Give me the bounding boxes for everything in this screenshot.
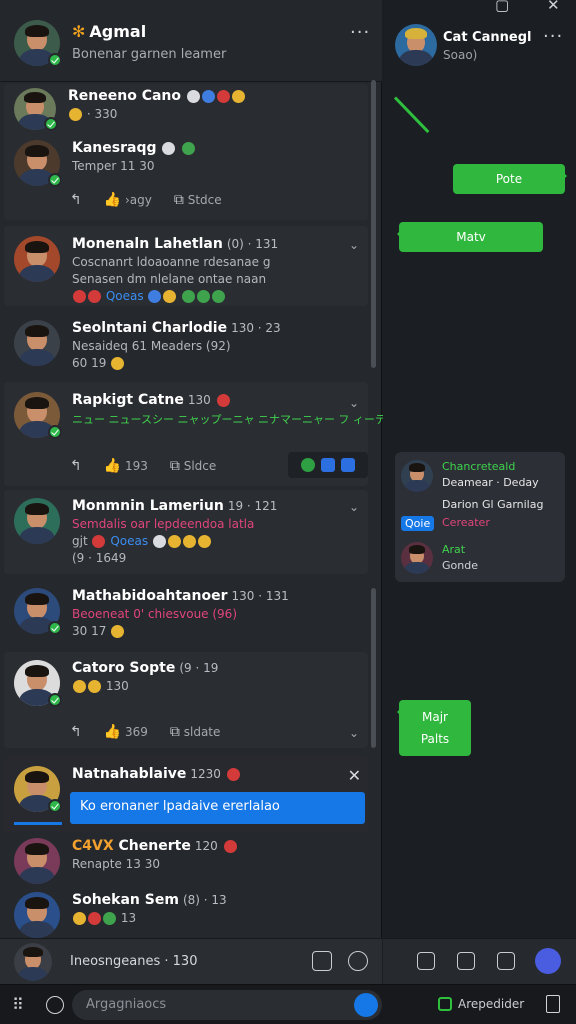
chevron-down-icon[interactable]: ⌄	[349, 726, 359, 740]
image-icon[interactable]	[321, 458, 335, 472]
status-text: Arepedider	[458, 997, 525, 1011]
user-avatar[interactable]	[14, 236, 60, 282]
app-title: ✻ Agmal	[72, 22, 147, 41]
reply-icon[interactable]: ↰	[70, 724, 82, 740]
feed-item[interactable]: C4VX Chenerte 120 Renapte 13 30	[14, 838, 238, 884]
feed-item[interactable]: Rapkigt Catne 130 ニュー ニュースシー ニャップーニャ ニナマー…	[14, 392, 425, 439]
message-bubble[interactable]: Majr Palts	[397, 700, 471, 756]
user-avatar[interactable]	[14, 892, 60, 938]
user-avatar[interactable]	[401, 460, 433, 492]
thumbs-up-icon: 👍	[103, 724, 122, 740]
camera-icon[interactable]	[417, 952, 435, 970]
user-avatar[interactable]	[14, 766, 62, 813]
feed-panel: ✻ Agmal Bonenar garnen leamer ··· Reneeno…	[0, 0, 425, 984]
chevron-down-icon[interactable]: ⌄	[349, 238, 359, 252]
share-icon[interactable]	[497, 952, 515, 970]
post-actions: ↰ 👍 369 ⧉ sldate	[70, 724, 220, 740]
post-actions: ↰ 👍 193 ⧉ Sldce	[70, 458, 216, 474]
feed-item[interactable]: Kanesraqg Temper 11 30	[14, 140, 196, 187]
chat-subtitle: Soao)	[443, 48, 478, 62]
close-icon[interactable]: ✕	[547, 0, 560, 14]
composer-bar: Ineosngeanes · 130	[0, 938, 382, 984]
reply-icon[interactable]: ↰	[70, 192, 82, 208]
emoji-icon[interactable]	[457, 952, 475, 970]
status-icon	[438, 997, 452, 1011]
chat-avatar[interactable]	[395, 24, 437, 66]
like-button[interactable]: 👍 193	[104, 458, 148, 474]
search-go-icon[interactable]	[354, 993, 378, 1017]
feed-item[interactable]: Reneeno Cano · 330	[14, 88, 246, 131]
feed-item[interactable]: Sohekan Sem (8) · 13 13	[14, 892, 227, 938]
close-icon[interactable]: ✕	[348, 766, 361, 785]
minimize-icon[interactable]: ▢	[495, 0, 509, 14]
feed-item[interactable]: Seolntani Charlodie 130 · 23 Nesaideq 61 …	[14, 320, 281, 370]
bottom-bar: ⠿ Argagniaocs Arepedider	[0, 984, 576, 1024]
chip[interactable]: Qoie	[401, 516, 435, 531]
gif-icon[interactable]	[348, 951, 368, 971]
chevron-down-icon[interactable]: ⌄	[349, 396, 359, 410]
composer-avatar[interactable]	[14, 943, 52, 981]
post-actions: ↰ 👍 ›agy ⧉ Stdce	[70, 192, 222, 208]
like-button[interactable]: 👍 ›agy	[104, 192, 152, 208]
popover-title: Chancreteald	[442, 460, 516, 473]
feed-item[interactable]: Monenaln Lahetlan (0) · 131 Coscnanrt ldo…	[14, 236, 278, 303]
more-options-icon[interactable]: ···	[543, 26, 563, 47]
user-avatar[interactable]	[14, 498, 60, 544]
share-icon: ⧉	[169, 458, 180, 474]
chat-header: Cat Cannegl Soao) ▢ ✕ ···	[383, 0, 576, 82]
flower-logo-icon: ✻	[72, 22, 86, 41]
check-icon[interactable]	[301, 458, 315, 472]
feed-item[interactable]: Monmnin Lameriun 19 · 121 Semdalis oar le…	[14, 498, 277, 565]
user-name: Reneeno Cano	[68, 88, 181, 104]
mention-popover: Chancreteald Deamear · Deday Darion Gl G…	[395, 452, 565, 582]
more-options-icon[interactable]: ···	[350, 22, 370, 43]
chat-composer	[383, 938, 576, 984]
composer-text[interactable]: Ineosngeanes · 130	[70, 954, 197, 969]
feed-header: ✻ Agmal Bonenar garnen leamer ···	[0, 0, 382, 82]
feed-item[interactable]: Catoro Sopte (9 · 19 130	[14, 660, 218, 707]
message-bubble[interactable]: Pote	[453, 164, 567, 194]
chat-panel: Cat Cannegl Soao) ▢ ✕ ··· Pote Matv Chan…	[383, 0, 576, 984]
share-icon: ⧉	[173, 192, 184, 208]
user-avatar[interactable]	[14, 140, 62, 187]
user-name: Kanesraqg	[72, 140, 157, 156]
chat-title: Cat Cannegl	[443, 30, 532, 45]
user-avatar[interactable]	[14, 392, 62, 439]
thumbs-up-icon: 👍	[103, 192, 122, 208]
record-icon[interactable]	[46, 996, 64, 1014]
feed-item[interactable]: Mathabidoahtanoer 130 · 131 Beoeneat 0' c…	[14, 588, 289, 638]
verified-icon	[48, 53, 62, 67]
share-button[interactable]: ⧉ Stdce	[174, 192, 222, 208]
share-icon: ⧉	[169, 724, 180, 740]
grid-menu-icon[interactable]: ⠿	[12, 995, 24, 1014]
reaction-toolbar[interactable]	[288, 452, 368, 478]
selection-indicator	[14, 822, 62, 825]
message-bubble[interactable]: Matv	[397, 222, 543, 252]
send-icon[interactable]	[535, 948, 561, 974]
profile-avatar[interactable]	[14, 20, 62, 67]
user-avatar[interactable]	[14, 320, 60, 366]
user-avatar[interactable]	[14, 88, 58, 131]
scrollbar-thumb[interactable]	[371, 80, 376, 368]
highlighted-message[interactable]: Ko eronaner lpadaive ererlalao	[70, 792, 365, 824]
trash-icon[interactable]	[546, 995, 560, 1013]
image-icon[interactable]	[312, 951, 332, 971]
user-avatar[interactable]	[14, 838, 60, 884]
stroke-mark	[393, 96, 430, 134]
app-subtitle: Bonenar garnen leamer	[72, 47, 227, 62]
share-button[interactable]: ⧉ sldate	[170, 724, 220, 740]
user-avatar[interactable]	[14, 660, 62, 707]
like-button[interactable]: 👍 369	[104, 724, 148, 740]
search-input[interactable]: Argagniaocs	[72, 990, 382, 1020]
user-avatar[interactable]	[401, 542, 433, 574]
user-avatar[interactable]	[14, 588, 62, 635]
share-button[interactable]: ⧉ Sldce	[170, 458, 216, 474]
chevron-down-icon[interactable]: ⌄	[349, 500, 359, 514]
emoji-icon[interactable]	[341, 458, 355, 472]
reply-icon[interactable]: ↰	[70, 458, 82, 474]
scrollbar-thumb[interactable]	[371, 588, 376, 748]
thumbs-up-icon: 👍	[103, 458, 122, 474]
